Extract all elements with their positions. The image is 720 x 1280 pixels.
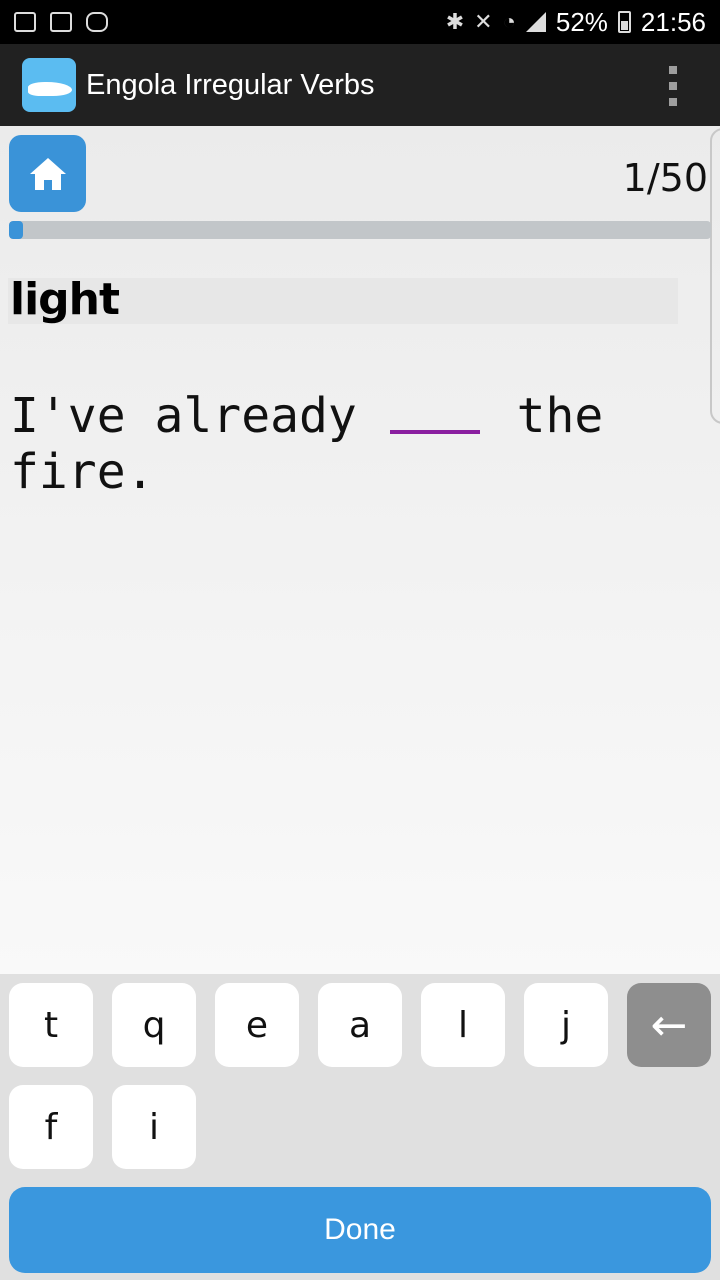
app-bar: Engola Irregular Verbs bbox=[0, 44, 720, 126]
signal-icon bbox=[525, 12, 546, 32]
bluetooth-icon: ✱ bbox=[445, 9, 465, 34]
app-notification-icon bbox=[86, 12, 108, 32]
backspace-key[interactable]: ← bbox=[627, 983, 711, 1067]
progress-fill bbox=[9, 221, 24, 239]
home-icon bbox=[29, 157, 66, 190]
gmail-icon bbox=[14, 12, 36, 32]
done-button[interactable]: Done bbox=[9, 1187, 711, 1273]
key-q[interactable]: q bbox=[112, 983, 196, 1067]
sentence: I've already the fire. bbox=[10, 388, 710, 500]
key-i[interactable]: i bbox=[112, 1085, 196, 1169]
status-right-icons: ✱ ✕ ◔ 52% 21:56 bbox=[446, 7, 706, 38]
quiz-content: 1/50 light I've already the fire. bbox=[0, 126, 720, 974]
wifi-icon: ◔ bbox=[502, 9, 516, 34]
gallery-icon bbox=[50, 12, 72, 32]
key-l[interactable]: l bbox=[421, 983, 505, 1067]
key-f[interactable]: f bbox=[9, 1085, 93, 1169]
battery-icon bbox=[617, 11, 631, 33]
overflow-menu-icon[interactable] bbox=[666, 66, 680, 106]
app-title: Engola Irregular Verbs bbox=[86, 68, 375, 101]
key-j[interactable]: j bbox=[524, 983, 608, 1067]
sentence-before: I've already bbox=[10, 388, 357, 444]
question-counter: 1/50 bbox=[622, 156, 708, 200]
app-logo-icon bbox=[22, 58, 76, 112]
mute-icon: ✕ bbox=[474, 9, 493, 34]
edge-panel-handle[interactable] bbox=[710, 128, 720, 424]
answer-blank[interactable] bbox=[389, 430, 480, 434]
progress-bar bbox=[9, 221, 711, 239]
verb-prompt: light bbox=[10, 274, 120, 325]
letter-keyboard: t q e a l j ← f i Done bbox=[0, 974, 720, 1280]
clock: 21:56 bbox=[640, 6, 706, 37]
status-bar: ✱ ✕ ◔ 52% 21:56 bbox=[0, 0, 720, 44]
battery-percent: 52% bbox=[555, 6, 608, 37]
key-e[interactable]: e bbox=[215, 983, 299, 1067]
key-a[interactable]: a bbox=[318, 983, 402, 1067]
home-button[interactable] bbox=[9, 135, 86, 212]
key-t[interactable]: t bbox=[9, 983, 93, 1067]
status-left-icons bbox=[14, 12, 108, 32]
